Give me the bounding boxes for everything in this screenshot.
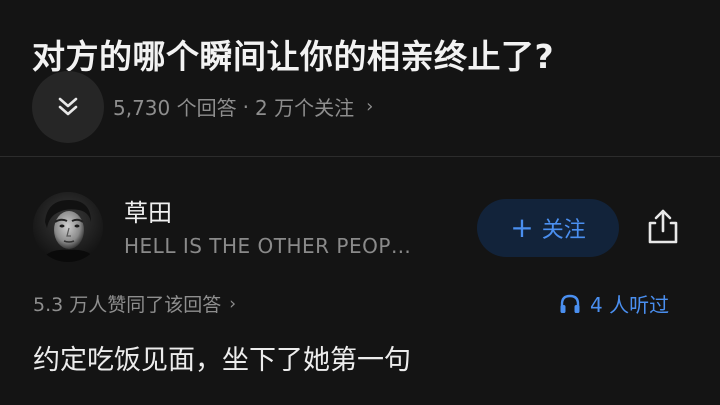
answer-screen: 对方的哪个瞬间让你的相亲终止了? 5,730 个回答 · 2 万个关注 › 草田… <box>0 0 720 405</box>
likes-count: 5.3 万人赞同了该回答 <box>33 294 222 316</box>
answer-count: 5,730 个回答 <box>113 96 237 120</box>
follower-count: 2 万个关注 <box>254 96 355 120</box>
chevron-right-icon: › <box>366 96 374 117</box>
follow-label: 关注 <box>541 218 586 243</box>
divider <box>0 156 720 157</box>
double-chevron-down-icon <box>58 97 78 116</box>
avatar-portrait <box>33 192 103 262</box>
meta-separator: · <box>242 94 249 119</box>
avatar[interactable] <box>33 192 103 262</box>
question-title[interactable]: 对方的哪个瞬间让你的相亲终止了? <box>32 30 554 78</box>
likes-line[interactable]: 5.3 万人赞同了该回答 › <box>33 290 236 317</box>
listen-count[interactable]: 4 人听过 <box>558 289 669 318</box>
author-name[interactable]: 草田 <box>124 193 172 228</box>
share-icon[interactable] <box>640 204 686 250</box>
author-bio: HELL IS THE OTHER PEOP… <box>124 234 412 258</box>
expand-button[interactable] <box>32 71 104 143</box>
follow-button[interactable]: + 关注 <box>477 199 619 257</box>
listen-label: 4 人听过 <box>590 293 670 317</box>
answer-text[interactable]: 约定吃饭见面，坐下了她第一句 <box>33 338 411 377</box>
chevron-right-icon: › <box>229 293 237 314</box>
question-meta[interactable]: 5,730 个回答 · 2 万个关注 › <box>113 92 373 121</box>
plus-icon: + <box>510 211 534 244</box>
headphones-icon <box>560 294 580 313</box>
